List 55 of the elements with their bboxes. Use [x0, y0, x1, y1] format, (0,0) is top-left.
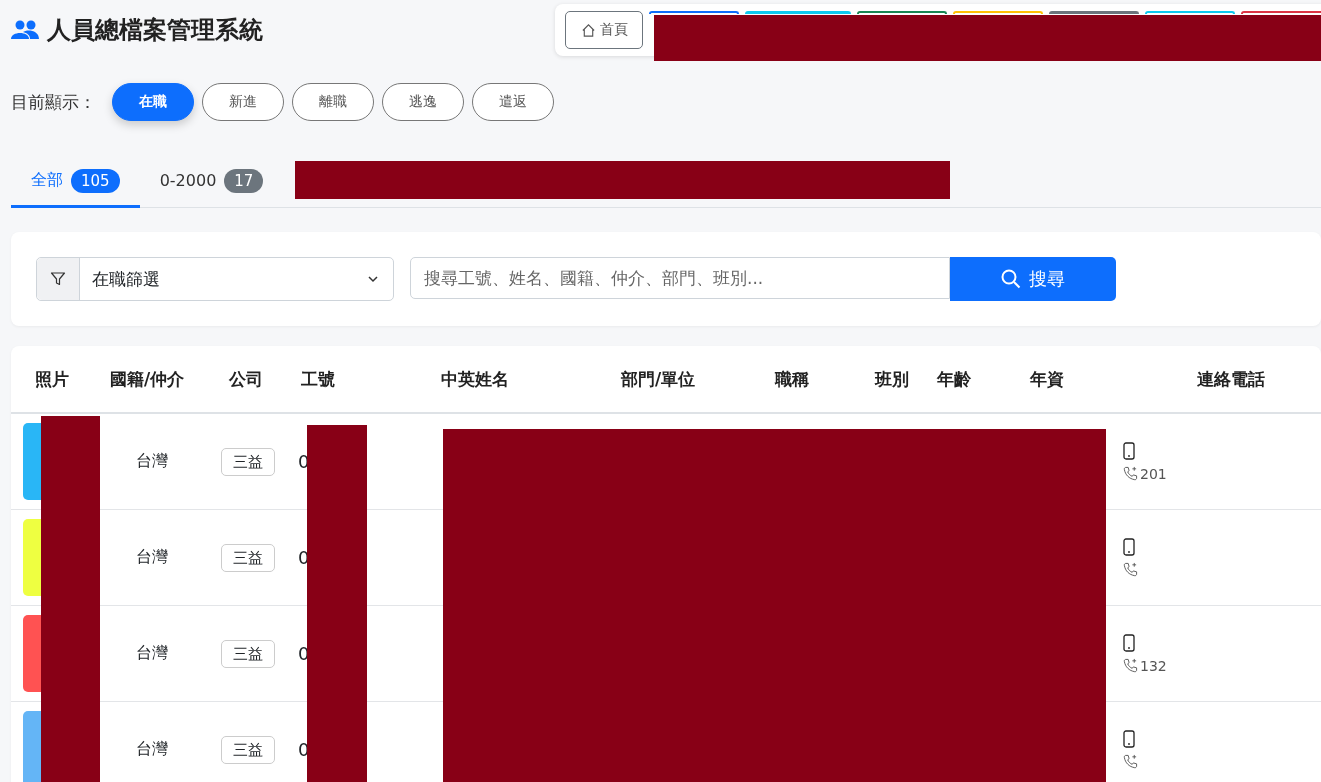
tab[interactable]: 全部 105: [11, 156, 140, 208]
column-header: 照片: [35, 367, 70, 391]
search-field[interactable]: 搜尋工號、姓名、國籍、仲介、部門、班別...: [410, 257, 950, 299]
table-cell: 台灣: [136, 547, 168, 566]
status-pill[interactable]: 離職: [292, 83, 374, 121]
column-header: 年資: [1030, 367, 1065, 391]
extension-number: 201: [1140, 465, 1167, 482]
filter-select[interactable]: 在職篩選: [36, 257, 394, 301]
page-title: 人員總檔案管理系統: [47, 15, 263, 46]
column-header: 連絡電話: [1197, 367, 1266, 391]
column-header: 公司: [229, 367, 264, 391]
column-header: 工號: [301, 367, 336, 391]
tab[interactable]: 0-2000 17: [139, 156, 284, 208]
column-header: 班別: [875, 367, 910, 391]
count-badge: 105: [71, 168, 120, 193]
search-icon: [1001, 269, 1021, 289]
status-pill[interactable]: 遣返: [472, 83, 554, 121]
status-label: 目前顯示：: [11, 90, 96, 114]
column-header: 國籍/仲介: [110, 367, 186, 391]
mobile-phone-icon: [1123, 633, 1135, 652]
search-button[interactable]: 搜尋: [950, 257, 1116, 301]
column-header: 中英姓名: [441, 367, 510, 391]
tab-label: 全部: [31, 170, 63, 191]
company-tag: 三益: [221, 543, 275, 572]
tab-label: 0-2000: [159, 171, 217, 190]
button-edge[interactable]: [1145, 11, 1235, 14]
phone-plus-icon: [1123, 658, 1138, 673]
home-button[interactable]: 首頁: [565, 11, 643, 49]
table-cell: 台灣: [136, 643, 168, 662]
mobile-phone-icon: [1123, 537, 1135, 556]
company-tag: 三益: [221, 639, 275, 668]
column-header: 年齡: [937, 367, 972, 391]
company-tag: 三益: [221, 447, 275, 476]
status-pill[interactable]: 在職: [112, 83, 194, 121]
status-pill[interactable]: 逃逸: [382, 83, 464, 121]
table-cell: 台灣: [136, 451, 168, 470]
column-header: 部門/單位: [621, 367, 697, 391]
count-badge: 17: [224, 168, 264, 193]
status-pill[interactable]: 新進: [202, 83, 284, 121]
phone-plus-icon: [1123, 466, 1138, 481]
mobile-phone-icon: [1123, 729, 1135, 748]
company-tag: 三益: [221, 735, 275, 764]
filter-icon: [50, 271, 66, 287]
button-edge[interactable]: [649, 11, 739, 14]
phone-plus-icon: [1123, 754, 1138, 769]
button-edge[interactable]: [857, 11, 947, 14]
home-icon: [580, 22, 596, 38]
column-header: 職稱: [775, 367, 810, 391]
mobile-phone-icon: [1123, 441, 1135, 460]
chevron-down-icon: [367, 273, 379, 285]
table-cell: 台灣: [136, 739, 168, 758]
button-edge[interactable]: [1241, 11, 1321, 14]
phone-plus-icon: [1123, 562, 1138, 577]
extension-number: 132: [1140, 657, 1167, 674]
users-icon: [11, 20, 39, 40]
